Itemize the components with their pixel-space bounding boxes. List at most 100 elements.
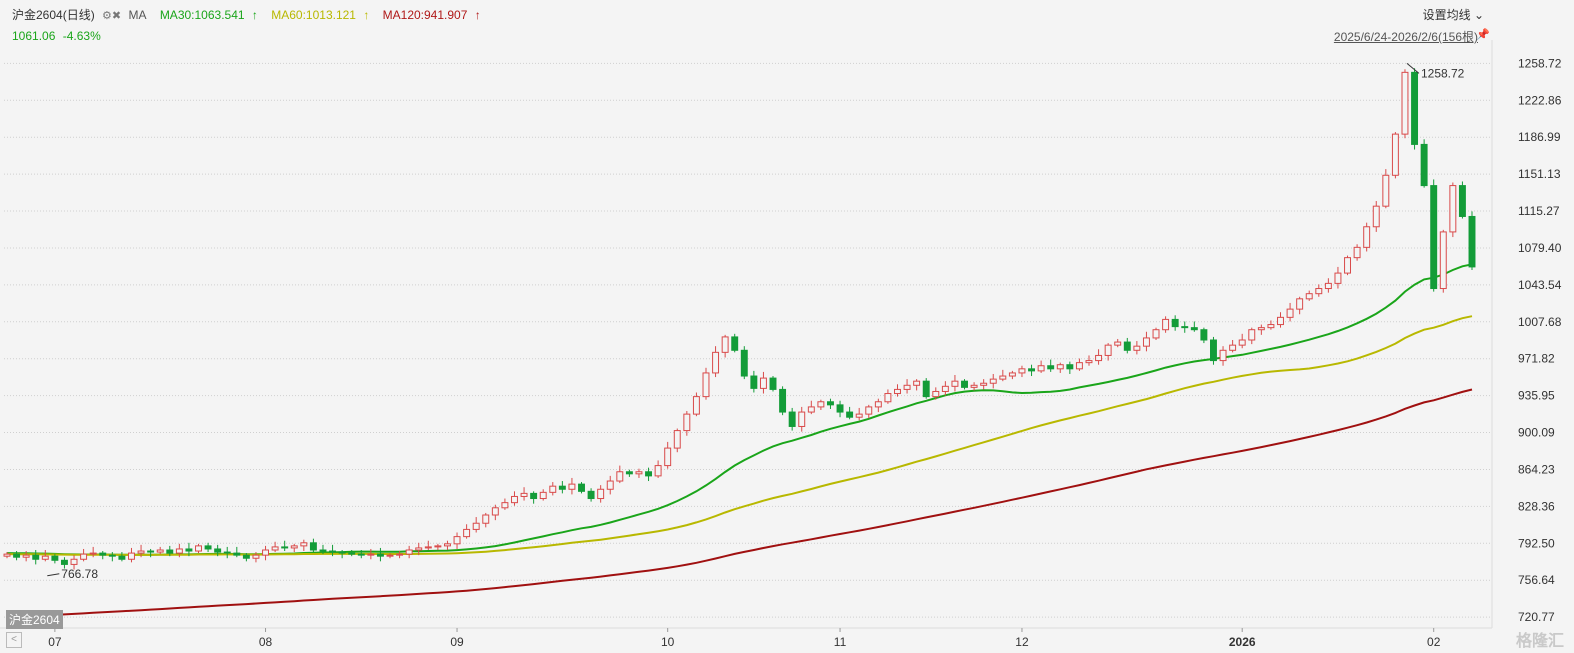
candle-body (894, 388, 901, 395)
candle-body (1267, 324, 1275, 329)
candle-body (290, 545, 298, 549)
grid-lines (4, 62, 1492, 618)
y-tick-label: 1186.99 (1518, 130, 1561, 144)
candle-body (1171, 318, 1179, 328)
candle-body (922, 380, 930, 398)
candle-body (1162, 318, 1170, 331)
y-tick-label: 900.09 (1518, 426, 1555, 440)
y-tick-label: 1115.27 (1518, 204, 1560, 218)
candle-body (357, 553, 365, 556)
candle-body (578, 483, 585, 492)
candle-body (1334, 272, 1342, 284)
candle-body (453, 536, 461, 545)
candle-body (961, 380, 968, 388)
candle-body (3, 553, 11, 557)
candle-body (692, 396, 700, 415)
candle-body (884, 393, 892, 403)
candle-body (348, 552, 356, 555)
candle-body (1085, 360, 1093, 364)
candle-body (472, 522, 480, 530)
annotation-label: 766.78 (61, 567, 98, 581)
candle-body (338, 551, 346, 554)
candle-body (750, 375, 758, 389)
candle-body (1430, 185, 1438, 290)
candle-body (865, 406, 873, 415)
candle-body (51, 555, 59, 561)
candle-body (740, 349, 748, 377)
candle-body (1018, 368, 1026, 374)
candle-body (156, 549, 164, 553)
candle-body (32, 554, 40, 560)
candlestick-chart[interactable]: 1258.72 1222.86 1186.99 1151.13 1115.27 1079.… (0, 0, 1574, 653)
candle-body (223, 551, 231, 554)
candle-body (683, 413, 691, 432)
candle-body (779, 388, 787, 413)
y-tick-label: 1151.13 (1518, 167, 1561, 181)
candle-body (1363, 226, 1371, 248)
candle-body (300, 542, 308, 547)
candle-body (214, 548, 222, 553)
y-tick-label: 792.50 (1518, 536, 1555, 550)
candle-body (597, 488, 605, 500)
watermark-logo: 格隆汇 (1515, 633, 1564, 650)
candle-body (1257, 327, 1265, 331)
candle-body (252, 554, 260, 559)
candle-body (1248, 329, 1256, 341)
candle-body (175, 548, 183, 554)
ma120-line (6, 388, 1473, 619)
candle-body (137, 550, 145, 554)
ma30-line (6, 263, 1473, 556)
candle-body (558, 485, 566, 490)
y-axis: 1258.72 1222.86 1186.99 1151.13 1115.27 1079.… (1491, 40, 1562, 628)
candle-body (99, 552, 107, 556)
candles (3, 68, 1476, 570)
candle-body (941, 385, 949, 392)
candle-body (702, 372, 710, 398)
y-tick-label: 720.77 (1518, 610, 1555, 624)
y-tick-label: 864.23 (1518, 462, 1555, 476)
candle-body (616, 471, 624, 482)
candle-body (262, 549, 269, 556)
candle-body (568, 483, 576, 490)
y-tick-label: 1007.68 (1518, 315, 1562, 329)
candle-body (673, 430, 681, 449)
candle-body (367, 553, 375, 556)
candle-body (1200, 329, 1208, 341)
candle-body (836, 404, 844, 413)
candle-body (664, 447, 672, 467)
candle-body (501, 502, 509, 509)
x-tick-label: 12 (1015, 635, 1029, 649)
candle-body (932, 390, 940, 398)
candle-body (1133, 345, 1141, 351)
candle-body (970, 384, 978, 388)
candle-body (903, 384, 911, 390)
candle-body (1439, 231, 1447, 290)
x-tick-label: 09 (450, 635, 464, 649)
y-tick-label: 828.36 (1518, 499, 1555, 513)
candle-body (405, 549, 413, 555)
candle-body (329, 550, 337, 553)
y-tick-label: 756.64 (1518, 573, 1555, 587)
candle-body (759, 377, 767, 389)
candle-body (1075, 362, 1083, 370)
candle-body (913, 380, 921, 386)
candle-body (1152, 329, 1160, 339)
candle-body (1305, 293, 1313, 300)
scroll-left-icon[interactable]: < (6, 632, 22, 648)
candle-body (242, 554, 250, 559)
candle-body (645, 471, 653, 477)
candle-body (166, 549, 174, 554)
candle-body (60, 559, 68, 565)
x-tick-label: 10 (661, 635, 675, 649)
candle-body (386, 554, 394, 557)
candle-body (1104, 344, 1112, 356)
candle-body (1296, 298, 1304, 310)
candle-body (1229, 344, 1237, 351)
candle-body (1142, 337, 1150, 347)
candle-body (108, 554, 116, 557)
candle-body (281, 546, 289, 549)
candle-body (1324, 282, 1332, 290)
candle-body (951, 380, 959, 387)
candle-body (874, 401, 882, 408)
candle-body (846, 411, 854, 418)
